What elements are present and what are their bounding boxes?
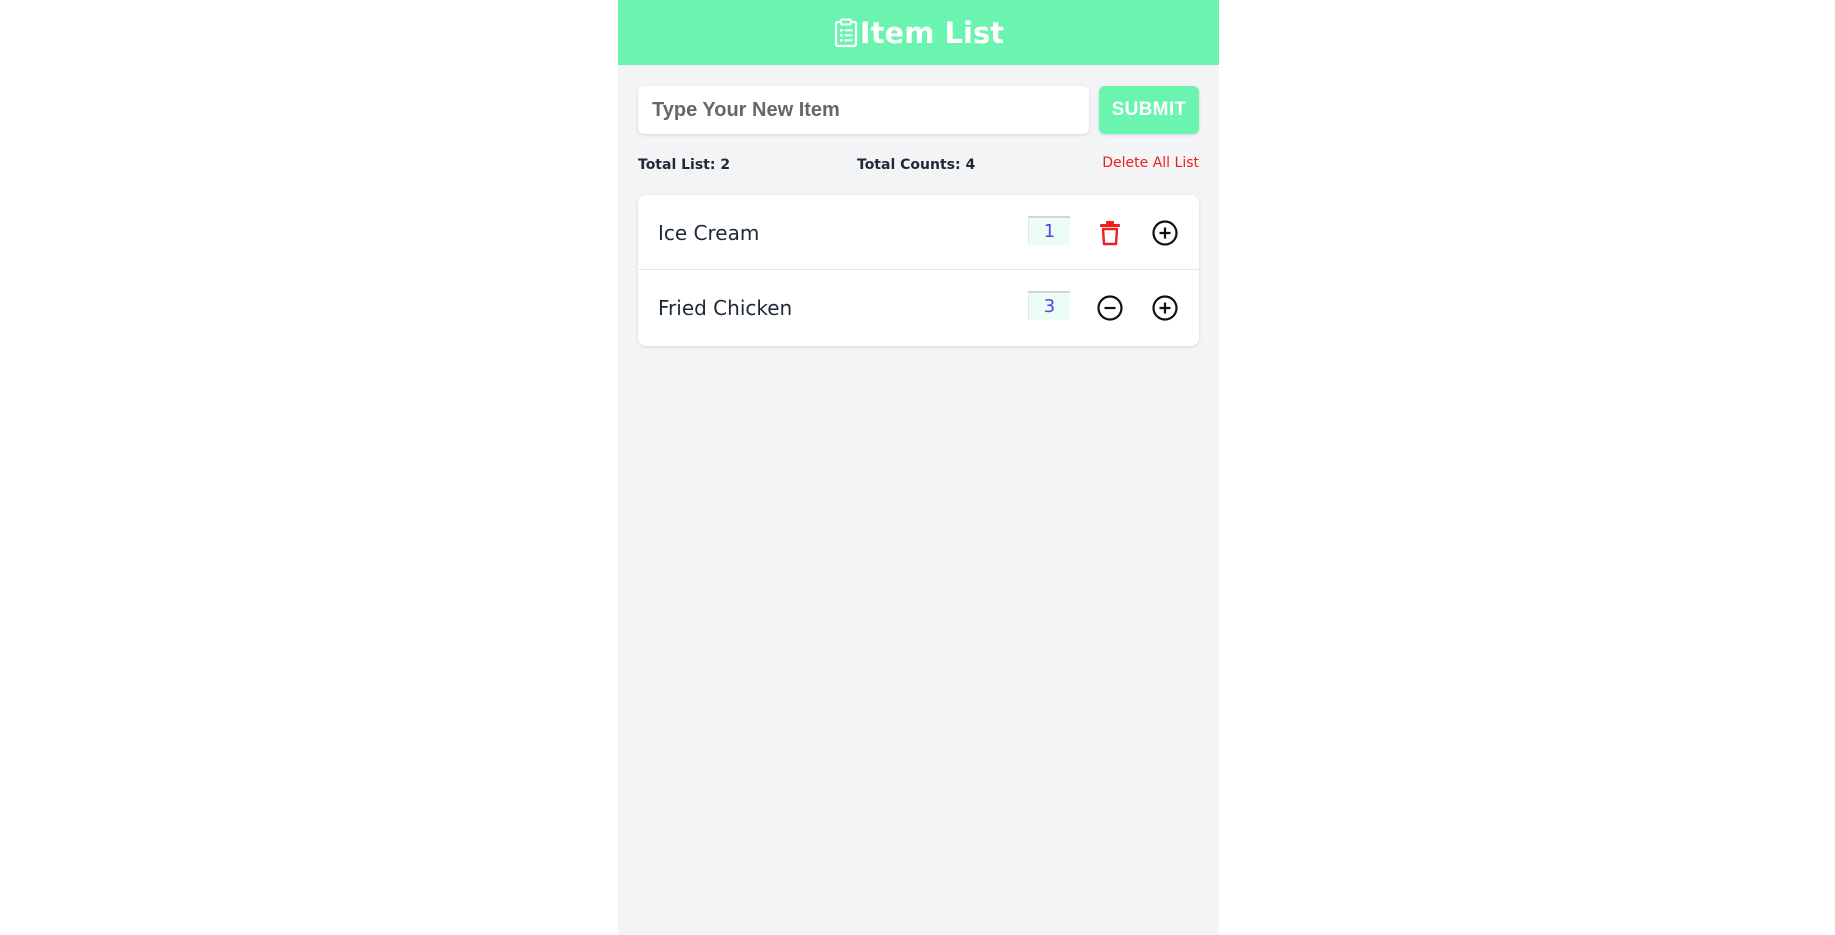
list-item: Ice Cream 1 — [638, 195, 1199, 270]
minus-circle-icon[interactable] — [1096, 294, 1124, 322]
plus-circle-icon[interactable] — [1151, 219, 1179, 247]
item-count: 3 — [1028, 291, 1070, 320]
list-item: Fried Chicken 3 — [638, 270, 1199, 346]
stats-bar: Total List: 2 Total Counts: 4 Delete All… — [638, 155, 1199, 175]
app-header: Item List — [618, 0, 1219, 65]
delete-all-list-link[interactable]: Delete All List — [1102, 155, 1199, 171]
submit-button[interactable]: SUBMIT — [1099, 86, 1199, 134]
header-title-wrap: Item List — [833, 16, 1004, 50]
new-item-input[interactable] — [638, 86, 1089, 134]
item-list: Ice Cream 1 Fried Chicken 3 — [638, 195, 1199, 346]
item-name: Fried Chicken — [658, 296, 793, 320]
trash-icon[interactable] — [1096, 219, 1124, 247]
item-name: Ice Cream — [658, 221, 760, 245]
page-title: Item List — [859, 15, 1005, 50]
clipboard-list-icon — [833, 18, 859, 48]
plus-circle-icon[interactable] — [1151, 294, 1179, 322]
add-item-form: SUBMIT — [638, 86, 1199, 134]
total-list-stat: Total List: 2 — [638, 157, 731, 173]
item-count: 1 — [1028, 216, 1070, 245]
total-counts-stat: Total Counts: 4 — [857, 157, 976, 173]
app-container: Item List SUBMIT Total List: 2 Total Cou… — [618, 0, 1219, 935]
